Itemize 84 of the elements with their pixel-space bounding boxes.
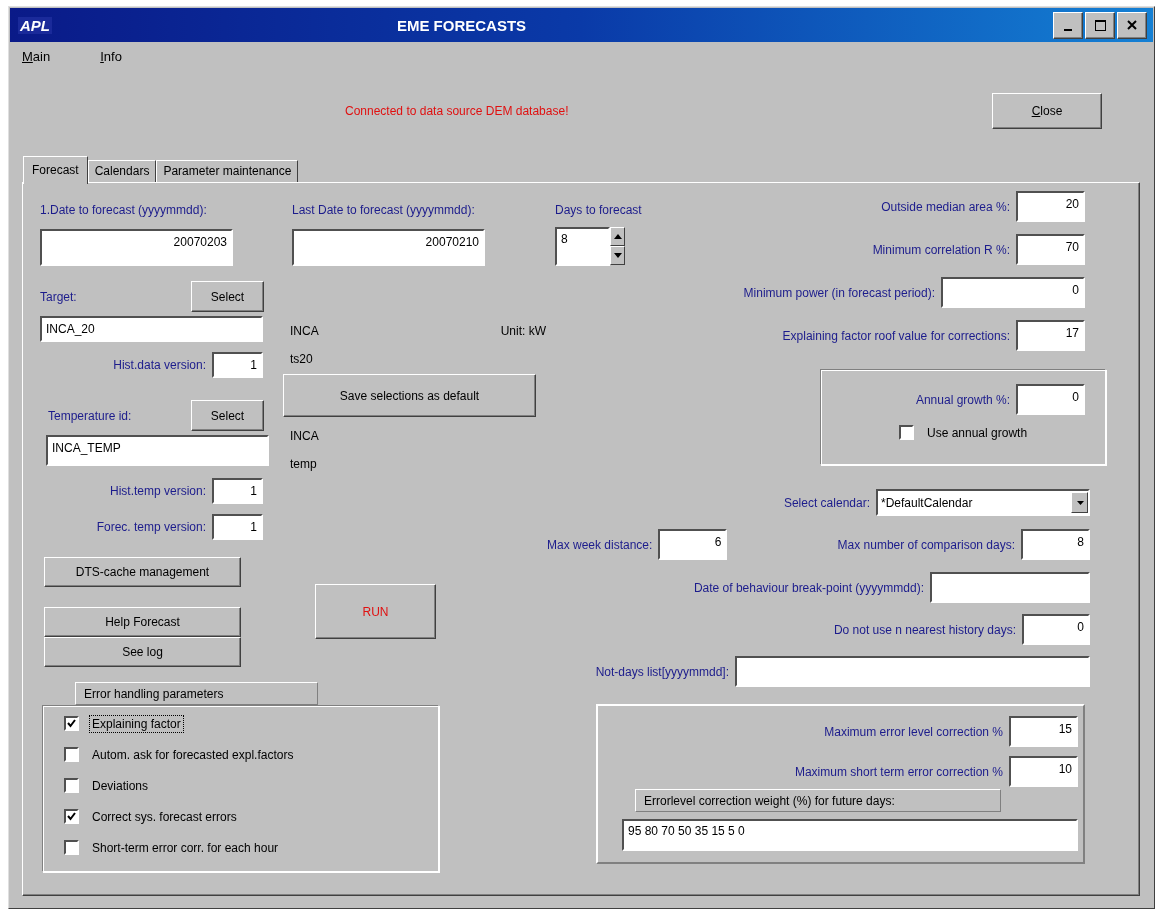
save-default-button[interactable]: Save selections as default bbox=[283, 374, 536, 417]
minimize-button[interactable] bbox=[1053, 11, 1083, 39]
target-name: INCA bbox=[290, 324, 319, 338]
app-logo: APL bbox=[18, 16, 52, 34]
number-field[interactable]: 0 bbox=[1016, 384, 1085, 415]
number-field[interactable]: 0 bbox=[941, 277, 1085, 308]
checkbox[interactable] bbox=[64, 778, 79, 793]
field-label: Do not use n nearest history days: bbox=[833, 622, 1016, 637]
calendar-dropdown[interactable]: *DefaultCalendar bbox=[876, 489, 1090, 516]
field-label: Outside median area %: bbox=[881, 199, 1010, 214]
close-icon bbox=[1127, 20, 1137, 30]
number-field[interactable]: 8 bbox=[1021, 529, 1090, 560]
series-name: temp bbox=[290, 457, 317, 471]
date-field[interactable]: 20070210 bbox=[292, 229, 485, 266]
number-field[interactable]: 17 bbox=[1016, 320, 1085, 351]
field-label: Temperature id: bbox=[48, 408, 132, 423]
close-dialog-button[interactable]: Close bbox=[992, 93, 1102, 129]
group-title: Error handling parameters bbox=[75, 682, 318, 705]
field-label: Select calendar: bbox=[783, 495, 870, 510]
checkbox[interactable] bbox=[64, 747, 79, 762]
field-label: Explaining factor roof value for corrections: bbox=[782, 328, 1010, 343]
help-button[interactable]: Help Forecast bbox=[44, 607, 241, 637]
field-label: Maximum short term error correction % bbox=[794, 764, 1003, 779]
checkbox[interactable] bbox=[899, 425, 914, 440]
number-field[interactable]: 6 bbox=[658, 529, 728, 560]
menu-item[interactable]: Info bbox=[100, 48, 122, 64]
checkbox-label: Autom. ask for forecasted expl.factors bbox=[91, 746, 295, 764]
select-button[interactable]: Select bbox=[191, 281, 264, 312]
version-field[interactable]: 1 bbox=[212, 514, 263, 540]
field-label: Minimum correlation R %: bbox=[872, 242, 1010, 257]
checkbox[interactable] bbox=[64, 716, 79, 731]
field-label: Date of behaviour break-point (yyyymmdd): bbox=[693, 580, 924, 595]
close-button[interactable] bbox=[1117, 11, 1147, 39]
group-title: Errorlevel correction weight (%) for future days: bbox=[635, 789, 1001, 812]
check-icon bbox=[67, 812, 76, 821]
number-field[interactable]: 20 bbox=[1016, 191, 1085, 222]
tab[interactable]: Calendars bbox=[87, 160, 157, 182]
field-label: Days to forecast bbox=[555, 203, 642, 217]
field-label: Forec. temp version: bbox=[96, 520, 206, 534]
log-button[interactable]: See log bbox=[44, 637, 241, 667]
checkbox[interactable] bbox=[64, 840, 79, 855]
date-field[interactable]: 20070203 bbox=[40, 229, 233, 266]
field-label: Hist.temp version: bbox=[109, 484, 206, 498]
cache-button[interactable]: DTS-cache management bbox=[44, 557, 241, 587]
status-message: Connected to data source DEM database! bbox=[345, 104, 569, 118]
number-field[interactable]: 10 bbox=[1009, 756, 1078, 787]
window-title: EME FORECASTS bbox=[396, 16, 527, 34]
version-field[interactable]: 1 bbox=[212, 478, 263, 504]
text-field[interactable] bbox=[735, 656, 1090, 687]
field-label: 1.Date to forecast (yyyymmdd): bbox=[40, 203, 207, 217]
version-field[interactable]: 1 bbox=[212, 352, 263, 378]
checkbox-label: Deviations bbox=[91, 777, 150, 795]
checkbox-label: Explaining factor bbox=[89, 714, 184, 733]
check-icon bbox=[67, 719, 76, 728]
checkbox-label: Use annual growth bbox=[926, 424, 1029, 442]
series-name: ts20 bbox=[290, 352, 313, 366]
field-label: Target: bbox=[40, 289, 77, 304]
field-label: Max week distance: bbox=[547, 537, 653, 552]
field-label: Hist.data version: bbox=[113, 358, 206, 372]
target-field[interactable]: INCA_20 bbox=[40, 316, 263, 342]
temperature-name: INCA bbox=[290, 429, 319, 443]
menu-item[interactable]: Main bbox=[22, 48, 51, 64]
field-label: Minimum power (in forecast period): bbox=[743, 285, 935, 300]
text-field[interactable]: 0 bbox=[1022, 614, 1090, 645]
unit-label: Unit: kW bbox=[500, 324, 546, 338]
select-button[interactable]: Select bbox=[191, 400, 264, 431]
tab[interactable]: Parameter maintenance bbox=[156, 160, 299, 182]
checkbox-label: Correct sys. forecast errors bbox=[91, 808, 238, 826]
field-label: Annual growth %: bbox=[915, 392, 1010, 407]
field-label: Last Date to forecast (yyyymmdd): bbox=[292, 203, 475, 217]
text-field[interactable] bbox=[930, 572, 1090, 603]
number-field[interactable]: 70 bbox=[1016, 234, 1085, 265]
number-field[interactable]: 15 bbox=[1009, 716, 1078, 747]
checkbox[interactable] bbox=[64, 809, 79, 824]
field-label: Not-days list[yyyymmdd]: bbox=[595, 664, 729, 679]
maximize-button[interactable] bbox=[1085, 11, 1115, 39]
field-label: Max number of comparison days: bbox=[837, 537, 1015, 552]
minimize-icon bbox=[1064, 29, 1072, 31]
tab[interactable]: Forecast bbox=[23, 156, 88, 184]
field-label: Maximum error level correction % bbox=[824, 724, 1003, 739]
weights-field[interactable]: 95 80 70 50 35 15 5 0 bbox=[622, 819, 1078, 851]
checkbox-label: Short-term error corr. for each hour bbox=[91, 839, 280, 857]
temperature-field[interactable]: INCA_TEMP bbox=[46, 435, 269, 466]
maximize-icon bbox=[1094, 19, 1106, 31]
